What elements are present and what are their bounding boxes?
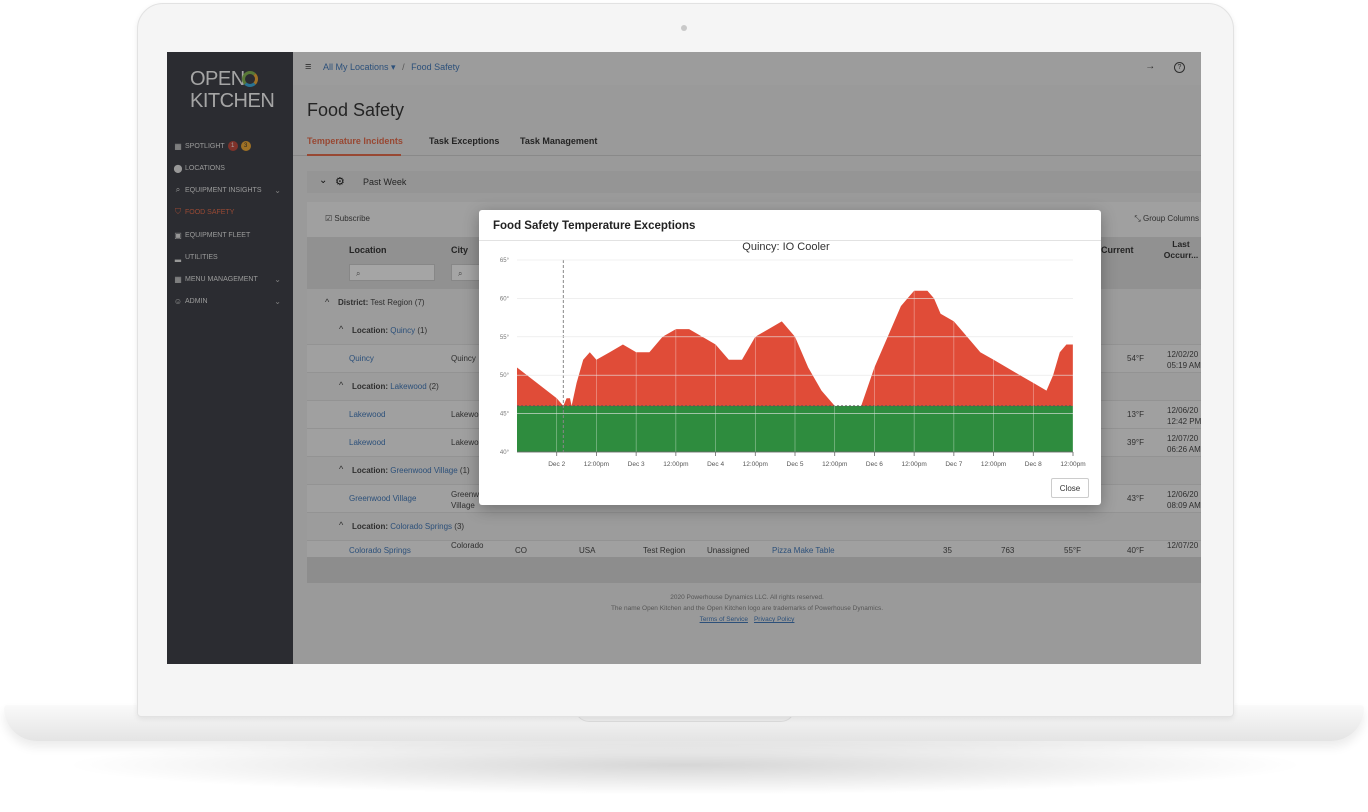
chart-title: Quincy: IO Cooler [742, 241, 830, 253]
y-tick-label: 45° [500, 412, 510, 418]
x-tick-label: 12:00pm [1060, 461, 1085, 468]
x-tick-label: 12:00pm [981, 461, 1006, 468]
y-tick-label: 65° [500, 258, 510, 264]
app-screen: OPEN KITCHEN ▦ SPOTLIGHT 1 3 ⬤ LOCATIONS… [167, 52, 1201, 664]
x-tick-label: Dec 2 [548, 461, 565, 468]
y-tick-label: 50° [500, 373, 510, 379]
close-button[interactable]: Close [1051, 478, 1089, 498]
x-tick-label: 12:00pm [822, 461, 847, 468]
camera-dot [681, 25, 687, 31]
x-tick-label: 12:00pm [663, 461, 688, 468]
x-tick-label: Dec 7 [945, 461, 962, 468]
x-tick-label: 12:00pm [584, 461, 609, 468]
x-tick-label: 12:00pm [743, 461, 768, 468]
x-tick-label: 12:00pm [901, 461, 926, 468]
x-tick-label: Dec 6 [866, 461, 883, 468]
laptop-shadow [60, 735, 1310, 795]
y-tick-label: 40° [500, 450, 510, 456]
temperature-exceptions-modal: Food Safety Temperature Exceptions Quinc… [479, 210, 1101, 505]
x-tick-label: Dec 4 [707, 461, 724, 468]
modal-title: Food Safety Temperature Exceptions [493, 220, 696, 232]
x-tick-label: Dec 3 [628, 461, 645, 468]
x-tick-label: Dec 8 [1025, 461, 1042, 468]
x-tick-label: Dec 5 [787, 461, 804, 468]
temperature-chart: Quincy: IO Cooler Dec 2 12:00pm Dec 3 12:00… [500, 241, 1086, 468]
y-tick-label: 55° [500, 335, 510, 341]
y-tick-label: 60° [500, 296, 510, 302]
